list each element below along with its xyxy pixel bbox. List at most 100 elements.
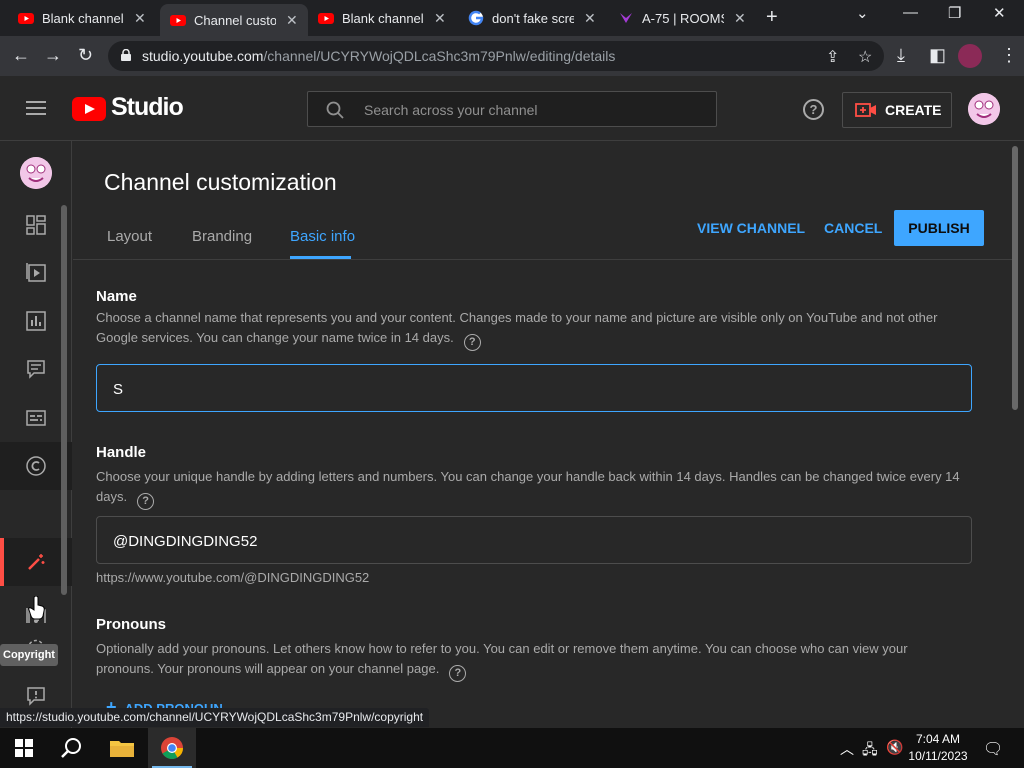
chrome-icon bbox=[161, 737, 183, 759]
a75-icon bbox=[620, 13, 632, 23]
handle-desc-text: Choose your unique handle by adding lett… bbox=[96, 469, 960, 504]
avatar-image bbox=[20, 157, 52, 189]
tab-title: Blank channel - bbox=[42, 10, 124, 26]
tab-title: Blank channel - bbox=[342, 10, 424, 26]
menu-hamburger-icon[interactable] bbox=[26, 101, 46, 115]
create-button[interactable]: CREATE bbox=[842, 92, 952, 128]
tab-title: A-75 | ROOMS: bbox=[642, 10, 724, 26]
analytics-icon bbox=[26, 311, 46, 331]
active-tab-indicator bbox=[290, 256, 351, 259]
youtube-icon bbox=[170, 15, 186, 26]
minimize-icon[interactable]: — bbox=[903, 4, 918, 21]
menu-kebab-icon[interactable]: ⋮ bbox=[1000, 45, 1018, 65]
avatar-image bbox=[968, 93, 1000, 125]
link-status-bar: https://studio.youtube.com/channel/UCYRY… bbox=[0, 708, 430, 727]
bookmark-star-icon[interactable]: ☆ bbox=[858, 47, 872, 67]
close-window-icon[interactable]: ✕ bbox=[993, 4, 1006, 22]
share-icon[interactable]: ⇪ bbox=[826, 47, 839, 67]
clock-date: 10/11/2023 bbox=[908, 749, 968, 763]
pronouns-desc-text: Optionally add your pronouns. Let others… bbox=[96, 641, 908, 676]
taskbar-clock[interactable]: 7:04 AM 10/11/2023 bbox=[906, 731, 970, 765]
account-avatar[interactable] bbox=[968, 93, 1000, 125]
forward-icon[interactable]: → bbox=[44, 45, 62, 65]
handle-section-title: Handle bbox=[96, 444, 147, 461]
browser-tab[interactable]: Blank channel - ✕ bbox=[8, 0, 156, 36]
url-host: studio.youtube.com bbox=[142, 48, 264, 64]
lock-icon bbox=[121, 49, 131, 61]
name-section-title: Name bbox=[96, 288, 137, 305]
create-button-label: CREATE bbox=[885, 102, 942, 118]
magic-wand-icon bbox=[28, 554, 45, 570]
search-input[interactable] bbox=[364, 100, 704, 120]
browser-tab-active[interactable]: Channel custom ✕ bbox=[160, 4, 308, 36]
windows-taskbar: ︿ 🖧 🔇 7:04 AM 10/11/2023 🗨 bbox=[0, 728, 1024, 768]
help-icon[interactable]: ? bbox=[803, 99, 824, 120]
reload-icon[interactable]: ↻ bbox=[78, 45, 93, 65]
tab-layout[interactable]: Layout bbox=[107, 228, 152, 245]
tab-branding[interactable]: Branding bbox=[192, 228, 252, 245]
close-tab-icon[interactable]: ✕ bbox=[734, 10, 746, 27]
tab-basic-info[interactable]: Basic info bbox=[290, 228, 355, 245]
search-icon bbox=[61, 738, 81, 758]
download-icon[interactable]: ⤓ bbox=[897, 45, 905, 65]
browser-tab-strip: Blank channel - ✕ Channel custom ✕ Blank… bbox=[0, 0, 1024, 36]
content-icon bbox=[26, 263, 46, 282]
copyright-icon bbox=[26, 456, 46, 476]
copyright-tooltip: Copyright bbox=[0, 644, 58, 666]
browser-profile-avatar[interactable] bbox=[958, 44, 982, 68]
handle-section-desc: Choose your unique handle by adding lett… bbox=[96, 467, 966, 510]
search-box[interactable] bbox=[307, 91, 717, 127]
left-nav: Copyright bbox=[0, 141, 72, 728]
name-desc-text: Choose a channel name that represents yo… bbox=[96, 310, 938, 345]
channel-avatar[interactable] bbox=[20, 157, 52, 189]
url-path: /channel/UCYRYWojQDLcaShc3m79Pnlw/editin… bbox=[263, 48, 616, 64]
close-tab-icon[interactable]: ✕ bbox=[134, 10, 146, 27]
studio-header: Studio ? CREATE bbox=[0, 76, 1024, 141]
help-icon[interactable]: ? bbox=[449, 665, 467, 682]
start-button[interactable] bbox=[0, 728, 48, 768]
browser-tab[interactable]: don't fake scree ✕ bbox=[458, 0, 606, 36]
handle-field[interactable] bbox=[96, 516, 972, 564]
pronouns-section-desc: Optionally add your pronouns. Let others… bbox=[96, 639, 966, 682]
new-tab-icon[interactable]: + bbox=[766, 6, 778, 29]
hand-cursor-icon bbox=[28, 596, 45, 620]
view-channel-button[interactable]: VIEW CHANNEL bbox=[697, 220, 805, 236]
name-section-desc: Choose a channel name that represents yo… bbox=[96, 308, 966, 351]
side-panel-icon[interactable]: ◧ bbox=[929, 45, 946, 65]
name-field[interactable] bbox=[96, 364, 972, 412]
notifications-icon[interactable]: 🗨 bbox=[983, 739, 1003, 759]
network-icon[interactable]: 🖧 bbox=[862, 739, 878, 763]
address-bar[interactable]: studio.youtube.com/channel/UCYRYWojQDLca… bbox=[108, 41, 884, 71]
tab-title: don't fake scree bbox=[492, 10, 574, 26]
close-tab-icon[interactable]: ✕ bbox=[434, 10, 446, 27]
studio-logo-text: Studio bbox=[111, 93, 184, 121]
google-icon bbox=[468, 10, 484, 26]
nav-scrollbar[interactable] bbox=[61, 205, 67, 595]
create-video-icon bbox=[855, 103, 876, 117]
youtube-icon bbox=[18, 13, 34, 24]
help-icon[interactable]: ? bbox=[137, 493, 155, 510]
help-icon[interactable]: ? bbox=[463, 334, 481, 351]
taskbar-search[interactable] bbox=[48, 728, 96, 768]
tab-search-icon[interactable]: ⌄ bbox=[856, 4, 869, 22]
volume-muted-icon[interactable]: 🔇 bbox=[886, 739, 903, 756]
back-icon[interactable]: ← bbox=[12, 45, 30, 65]
youtube-icon bbox=[318, 13, 334, 24]
taskbar-chrome[interactable] bbox=[148, 728, 196, 768]
main-content: Channel customization Layout Branding Ba… bbox=[73, 141, 1012, 728]
feedback-icon bbox=[27, 687, 45, 706]
taskbar-file-explorer[interactable] bbox=[98, 728, 146, 768]
close-tab-icon[interactable]: ✕ bbox=[286, 12, 298, 29]
youtube-logo-icon[interactable] bbox=[72, 97, 106, 121]
browser-tab[interactable]: A-75 | ROOMS: ✕ bbox=[608, 0, 756, 36]
cancel-button[interactable]: CANCEL bbox=[824, 220, 882, 236]
browser-tab[interactable]: Blank channel - ✕ bbox=[308, 0, 456, 36]
close-tab-icon[interactable]: ✕ bbox=[584, 10, 596, 27]
name-input[interactable] bbox=[113, 378, 953, 400]
handle-input[interactable] bbox=[113, 530, 953, 552]
tray-chevron-icon[interactable]: ︿ bbox=[840, 739, 854, 759]
windows-logo-icon bbox=[15, 739, 33, 757]
main-scrollbar[interactable] bbox=[1012, 146, 1018, 410]
restore-icon[interactable]: ❐ bbox=[948, 4, 961, 22]
publish-button[interactable]: PUBLISH bbox=[894, 210, 984, 246]
